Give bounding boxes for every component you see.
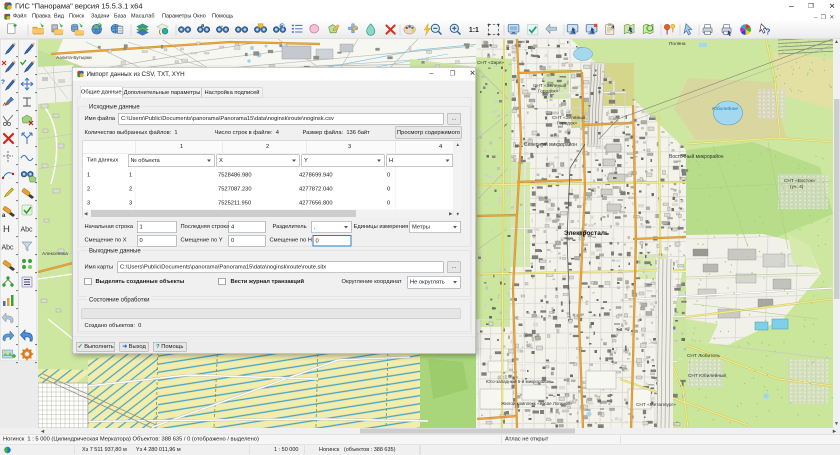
svg-text:?: ? bbox=[1, 79, 5, 86]
svg-text:СНТ «Заря»: СНТ «Заря» bbox=[477, 60, 504, 66]
svg-text:Юго-западный 5-й микрорайон: Юго-западный 5-й микрорайон bbox=[486, 378, 551, 384]
svg-text:Поляна: Поляна bbox=[669, 41, 686, 47]
svg-text:Городок»: Городок» bbox=[538, 89, 559, 95]
svg-text:Abc: Abc bbox=[21, 227, 34, 234]
svg-text:Алексеевка: Алексеевка bbox=[42, 251, 68, 257]
svg-text:СНТ Юбилейный: СНТ Юбилейный bbox=[688, 372, 726, 379]
svg-text:СНТ Любитель: СНТ Любитель bbox=[687, 353, 721, 359]
svg-text:a: a bbox=[2, 213, 6, 219]
svg-text:a: a bbox=[201, 23, 204, 29]
svg-text:H: H bbox=[3, 224, 10, 235]
svg-text:?: ? bbox=[765, 27, 770, 36]
svg-text:Электросталь: Электросталь bbox=[564, 230, 609, 237]
svg-text:Жилой комплекс «Юсае Логинов»: Жилой комплекс «Юсае Логинов» bbox=[501, 400, 573, 406]
svg-text:Abc: Abc bbox=[2, 245, 15, 252]
svg-text:СНТ «Восток»: СНТ «Восток» bbox=[784, 178, 816, 184]
svg-text:(уч. 4): (уч. 4) bbox=[790, 184, 804, 190]
svg-text:СНТ «Металлург»: СНТ «Металлург» bbox=[636, 402, 676, 408]
svg-text:Восточный микрорайон: Восточный микрорайон bbox=[669, 153, 724, 160]
svg-text:Аэлита-Бутырки: Аэлита-Бутырки bbox=[56, 55, 92, 61]
svg-text:1:1: 1:1 bbox=[469, 27, 479, 34]
svg-text:...: ... bbox=[219, 24, 224, 29]
svg-text:СНТ «Зеленый: СНТ «Зеленый bbox=[552, 114, 586, 121]
svg-text:a: a bbox=[611, 25, 614, 31]
svg-text:Городок»: Городок» bbox=[557, 121, 578, 127]
svg-text:Юбилейное: Юбилейное bbox=[712, 105, 738, 112]
svg-text:Северный микрорайон: Северный микрорайон bbox=[524, 141, 577, 148]
svg-text:СНТ «Зеленый: СНТ «Зеленый bbox=[533, 82, 567, 89]
